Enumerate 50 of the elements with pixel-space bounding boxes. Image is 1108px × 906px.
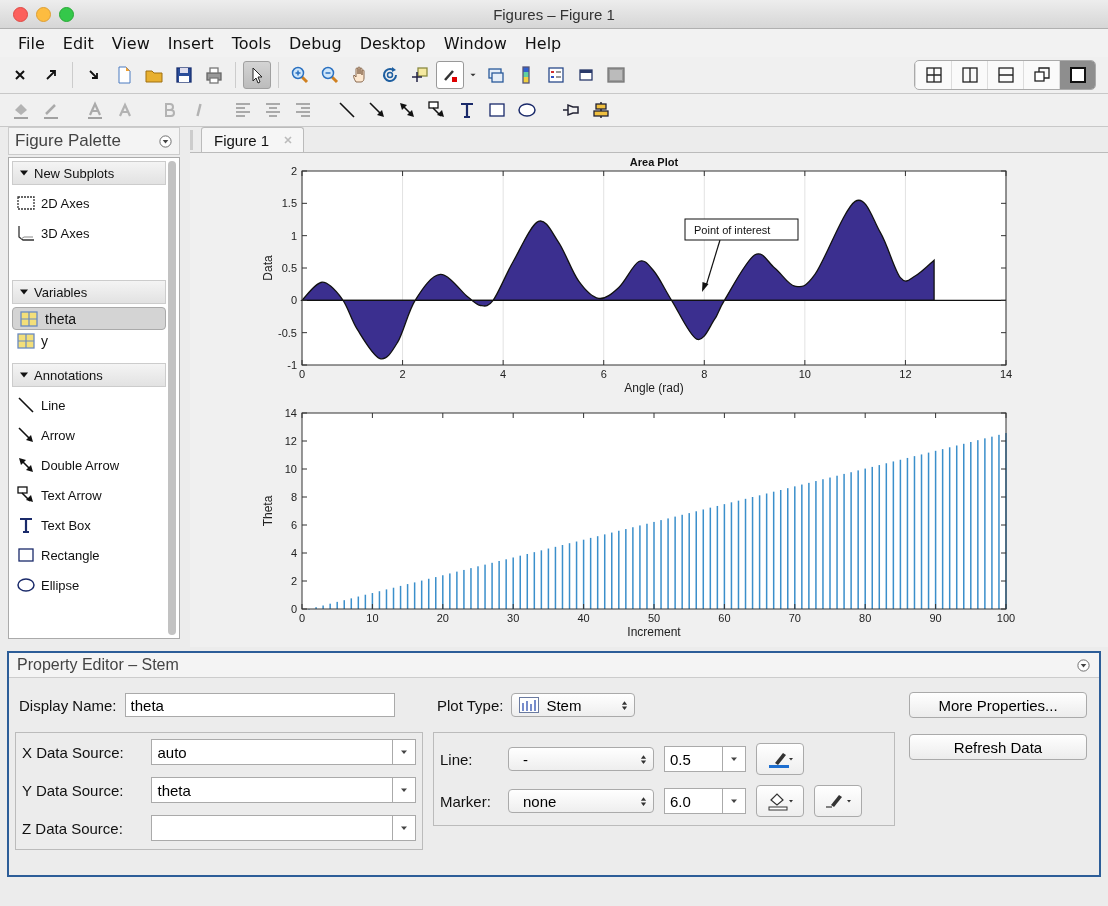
field-label: Line:	[440, 750, 474, 768]
axis-title: Data	[261, 255, 275, 281]
tick-label: 70	[788, 612, 801, 624]
tick-label: 90	[929, 612, 942, 624]
tick-label: 10	[284, 463, 297, 475]
tick-label: 6	[290, 519, 297, 531]
tick-label: -0.5	[278, 326, 297, 339]
field-label: Display Name:	[19, 696, 117, 714]
tick-label: 10	[366, 612, 379, 624]
field-label: Z Data Source:	[22, 819, 124, 837]
tick-label: 2	[290, 575, 297, 587]
tick-label: 12	[284, 435, 297, 447]
tick-label: 1	[290, 229, 297, 242]
field-label: Plot Type:	[437, 696, 504, 714]
tick-label: 8	[701, 368, 708, 380]
tick-label: 100	[996, 612, 1016, 624]
panel-title: Property Editor – Stem	[17, 656, 179, 674]
tick-label: 20	[436, 612, 449, 624]
tick-label: 2	[399, 368, 406, 380]
tick-label: 2	[290, 165, 297, 177]
tick-label: 12	[899, 368, 912, 380]
tick-label: 50	[647, 612, 661, 624]
tick-label: 14	[999, 368, 1013, 380]
field-label: Y Data Source:	[22, 781, 125, 799]
tick-label: 80	[859, 612, 872, 624]
tick-label: 60	[718, 612, 731, 624]
axis-title: Theta	[261, 495, 275, 527]
tick-label: 0	[298, 368, 306, 380]
tick-label: 0	[290, 294, 297, 307]
tick-label: 40	[577, 612, 590, 624]
tick-label: 14	[284, 407, 297, 419]
window-title: Figures – Figure 1	[493, 5, 615, 23]
annotation-text: Point of interest	[694, 224, 771, 236]
axis-title: Angle (rad)	[624, 381, 684, 395]
tick-label: 30	[507, 612, 520, 624]
tick-label: 1.5	[281, 197, 297, 210]
tick-label: 8	[290, 491, 297, 503]
field-label: X Data Source:	[22, 743, 125, 761]
tick-label: 4	[290, 547, 297, 559]
tick-label: 4	[500, 368, 507, 380]
tick-label: 6	[600, 368, 607, 380]
axis-title: Increment	[627, 625, 681, 639]
tick-label: -1	[287, 359, 297, 371]
chart-title: Area Plot	[629, 156, 679, 168]
tick-label: 0	[298, 612, 306, 624]
tick-label: 10	[798, 368, 811, 380]
field-label: Marker:	[440, 792, 492, 810]
palette-title: Figure Palette	[15, 131, 121, 151]
tick-label: 0.5	[281, 262, 297, 274]
tick-label: 0	[290, 603, 297, 615]
